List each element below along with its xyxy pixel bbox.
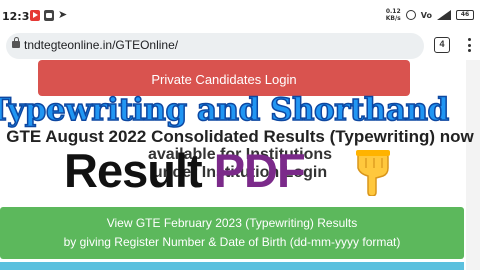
overlay-result-pdf: Result PDF — [64, 143, 306, 198]
signal-icon — [437, 10, 451, 20]
volte-label: Vo — [420, 10, 432, 20]
overlay-pdf-word: PDF — [213, 144, 306, 197]
overlay-title: Typewriting and Shorthand — [0, 91, 450, 129]
lock-icon[interactable] — [12, 37, 20, 48]
view-results-line2: by giving Register Number & Date of Birt… — [63, 235, 401, 249]
net-speed: 0.12 KB/s — [385, 8, 401, 22]
hand-pointing-down-icon — [356, 150, 390, 196]
private-candidates-login-button[interactable]: Private Candidates Login — [38, 60, 410, 96]
status-right-icons: 0.12 KB/s Vo 46 — [386, 8, 474, 22]
overlay-result-word: Result — [64, 144, 203, 197]
address-bar[interactable]: tndtegteonline.in/GTEOnline/ — [6, 33, 424, 59]
battery-icon: 46 — [456, 10, 474, 20]
private-candidates-login-label: Private Candidates Login — [151, 72, 297, 87]
alarm-icon — [405, 10, 416, 20]
tab-switcher-button[interactable]: 4 — [434, 37, 450, 53]
url-text[interactable]: tndtegteonline.in/GTEOnline/ — [24, 38, 178, 52]
status-bar: 12:39 ➤ 0.12 KB/s Vo 46 — [0, 0, 480, 32]
next-button-edge[interactable] — [0, 262, 464, 270]
gallery-icon — [44, 10, 54, 21]
browser-menu-icon[interactable] — [466, 36, 472, 54]
telegram-icon: ➤ — [58, 8, 68, 21]
view-gte-results-button[interactable]: View GTE February 2023 (Typewriting) Res… — [0, 207, 464, 259]
view-results-line1: View GTE February 2023 (Typewriting) Res… — [106, 216, 358, 230]
youtube-icon — [30, 10, 40, 21]
